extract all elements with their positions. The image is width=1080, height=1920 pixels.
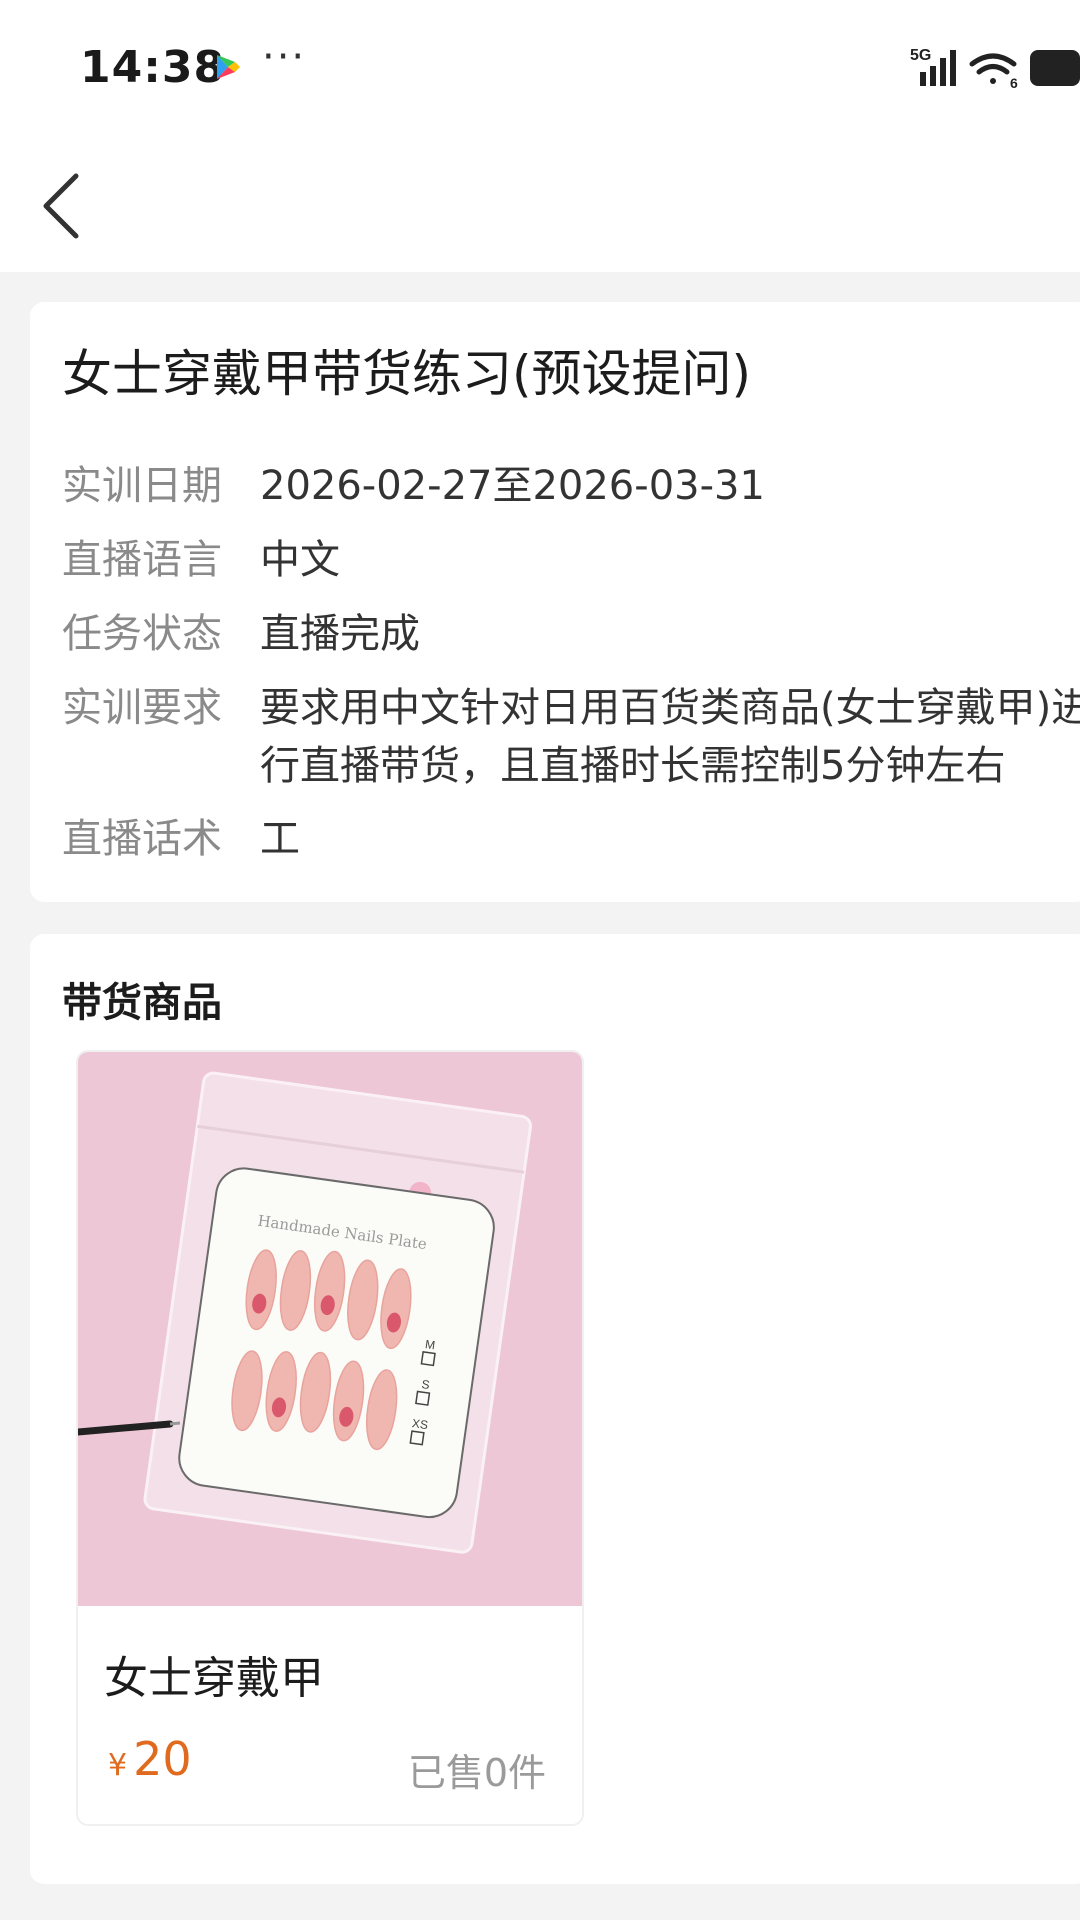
- size-label: XS: [411, 1416, 429, 1432]
- goods-heading: 带货商品: [62, 980, 222, 1026]
- size-label: M: [424, 1337, 436, 1352]
- task-title: 女士穿戴甲带货练习(预设提问): [62, 345, 752, 403]
- goods-card: 带货商品 Handmade Nails Plate M S XS 女士穿戴甲 ¥…: [30, 934, 1080, 1884]
- product-price: ¥20: [108, 1732, 192, 1786]
- play-store-icon: [217, 55, 240, 79]
- status-icons: 5G 6: [910, 47, 1080, 90]
- info-label: 实训日期: [62, 463, 222, 509]
- info-label: 直播语言: [62, 537, 222, 583]
- status-bar: 14:38 ··· 5G 6: [0, 0, 1080, 136]
- chevron-left-icon[interactable]: [30, 166, 100, 246]
- info-value: 直播完成: [260, 611, 420, 657]
- price-value: 20: [133, 1732, 192, 1786]
- task-info-card: 女士穿戴甲带货练习(预设提问) 实训日期 2026-02-27至2026-03-…: [30, 302, 1080, 902]
- price-symbol: ¥: [108, 1748, 128, 1783]
- sold-count: 已售0件: [407, 1751, 546, 1795]
- info-value: 工: [260, 816, 300, 862]
- network-label: 5G: [910, 47, 931, 64]
- wifi-badge: 6: [1010, 75, 1018, 90]
- product-card[interactable]: Handmade Nails Plate M S XS 女士穿戴甲 ¥ 20 已…: [76, 1050, 584, 1826]
- info-value: 要求用中文针对日用百货类商品(女士穿戴甲)进行直播带货，且直播时长需控制5分钟左…: [260, 685, 1080, 789]
- wifi-icon: [969, 53, 1017, 84]
- product-name: 女士穿戴甲: [104, 1653, 324, 1704]
- info-label: 实训要求: [62, 685, 222, 731]
- more-dots-icon: ···: [262, 34, 307, 80]
- nav-bar: [0, 136, 1080, 272]
- info-value: 2026-02-27至2026-03-31: [260, 463, 765, 509]
- product-image[interactable]: Handmade Nails Plate M S XS: [78, 1052, 584, 1606]
- status-time: 14:38: [80, 42, 226, 93]
- info-label: 直播话术: [62, 816, 222, 862]
- battery-icon: [1030, 50, 1080, 86]
- info-label: 任务状态: [62, 611, 222, 657]
- info-value: 中文: [260, 537, 340, 583]
